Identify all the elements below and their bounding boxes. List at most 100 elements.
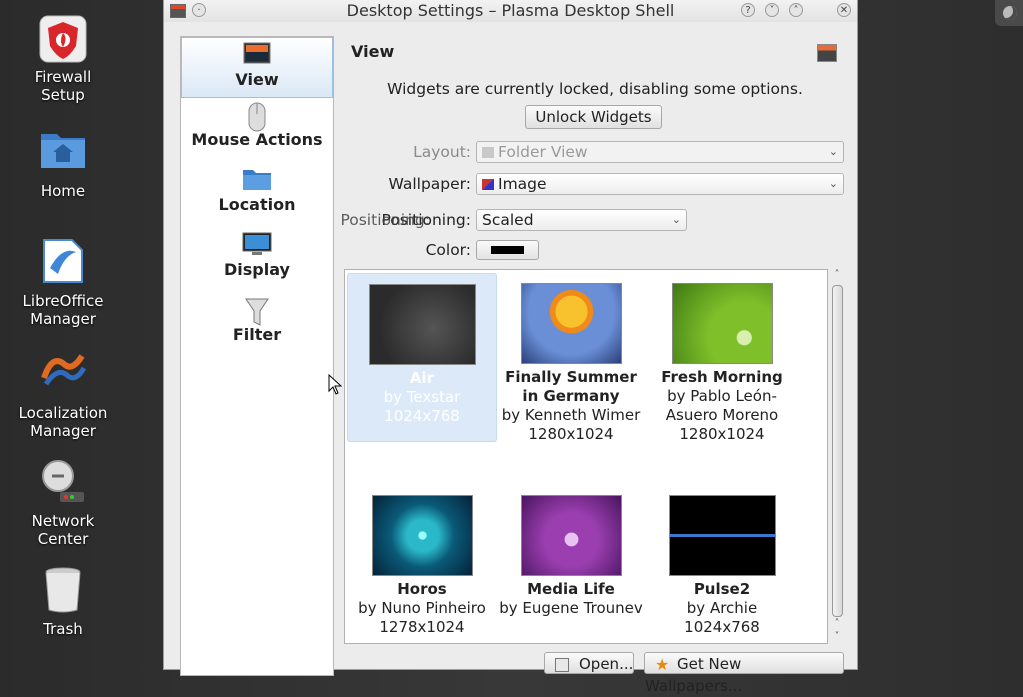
wallpaper-tile[interactable]: Pulse2 by Archie 1024x768 (647, 485, 797, 637)
wallpaper-thumbnail (671, 283, 773, 364)
monitor-icon (242, 232, 272, 258)
wallpaper-thumbnail (520, 283, 622, 364)
layout-label: Layout: (413, 143, 471, 161)
help-button[interactable]: ? (741, 3, 755, 17)
desktop-icon-libreoffice[interactable]: LibreOffice Manager (12, 238, 114, 328)
wallpaper-name: Air (409, 369, 435, 387)
wallpaper-label: Wallpaper: (388, 175, 471, 193)
locked-notice: Widgets are currently locked, disabling … (387, 80, 803, 98)
trash-icon (38, 566, 88, 616)
wallpaper-author: by Pablo León-Asuero Moreno (665, 387, 779, 424)
chevron-down-icon: ⌄ (828, 145, 838, 158)
firewall-setup-icon (38, 14, 88, 64)
wallpaper-size: 1280x1024 (679, 425, 765, 443)
tray-toggle-button[interactable] (995, 0, 1023, 26)
wallpaper-author: by Archie (686, 599, 758, 617)
positioning-select[interactable]: Scaled ⌄ (476, 209, 687, 231)
get-new-wallpapers-button[interactable]: ★ Get New Wallpapers... (644, 652, 844, 695)
settings-window: · Desktop Settings – Plasma Desktop Shel… (163, 0, 858, 695)
positioning-value: Scaled (482, 211, 534, 229)
wallpaper-size: 1278x1024 (379, 618, 465, 636)
desktop-icon-label: Localization Manager (18, 404, 108, 440)
wallpaper-name: Finally Summer in Germany (505, 368, 637, 405)
desktop-icon-label: Firewall Setup (34, 68, 92, 104)
wallpaper-tile[interactable]: Finally Summer in Germany by Kenneth Wim… (496, 273, 646, 444)
localization-icon (38, 350, 88, 400)
desktop-icon-home[interactable]: Home (12, 128, 114, 200)
wallpaper-size: 1024x768 (384, 407, 460, 425)
wallpaper-author: by Texstar (383, 388, 461, 406)
wallpaper-author: by Kenneth Wimer (501, 406, 641, 424)
star-icon: ★ (655, 655, 670, 674)
sidebar-item-mouse-actions[interactable]: Mouse Actions (181, 102, 333, 163)
wallpaper-size: 1024x768 (684, 618, 760, 636)
positioning-label-overlap: Positioning: (340, 211, 430, 229)
wallpaper-scrollbar[interactable]: ˄ ˄ ˅ (830, 269, 844, 644)
sidebar-item-label: Mouse Actions (191, 130, 323, 149)
sidebar-item-label: Filter (232, 325, 282, 344)
wallpaper-size: 1280x1024 (528, 425, 614, 443)
desktop-icon-label: Trash (43, 620, 83, 638)
scroll-up-icon[interactable]: ˄ (830, 269, 844, 281)
view-icon (817, 44, 837, 62)
desktop-icon-label: Home (40, 182, 86, 200)
color-swatch (491, 246, 524, 254)
settings-content: View Widgets are currently locked, disab… (340, 36, 846, 695)
libreoffice-icon (38, 238, 88, 288)
scroll-down-icon[interactable]: ˅ (830, 631, 844, 643)
sidebar-item-filter[interactable]: Filter (181, 297, 333, 358)
wallpaper-thumbnail (371, 495, 473, 576)
open-button[interactable]: Open... (544, 652, 634, 674)
sidebar-item-view[interactable]: View (181, 37, 333, 98)
funnel-icon (242, 297, 272, 326)
wallpaper-tile[interactable]: Media Life by Eugene Trounev (496, 485, 646, 618)
mouse-icon (242, 102, 272, 132)
wallpaper-name: Pulse2 (693, 580, 751, 598)
wallpaper-tile[interactable]: Fresh Morning by Pablo León-Asuero Moren… (647, 273, 797, 444)
desktop-icon-localization[interactable]: Localization Manager (12, 350, 114, 440)
layout-value: Folder View (498, 143, 588, 161)
chevron-down-icon: ⌄ (828, 177, 838, 190)
wallpaper-list[interactable]: Air by Texstar 1024x768 Finally Summer i… (344, 269, 828, 644)
wallpaper-name: Media Life (527, 580, 615, 598)
wallpaper-name: Horos (397, 580, 447, 598)
desktop-icon-trash[interactable]: Trash (12, 566, 114, 638)
wallpaper-name: Fresh Morning (661, 368, 783, 386)
color-picker-button[interactable] (476, 240, 539, 260)
layout-select: Folder View ⌄ (476, 141, 844, 163)
chevron-down-icon: ⌄ (671, 213, 681, 226)
wallpaper-thumbnail (368, 284, 476, 365)
home-folder-icon (38, 128, 88, 178)
color-label: Color: (425, 241, 471, 259)
close-button[interactable]: ✕ (837, 3, 851, 17)
moon-icon (1003, 6, 1017, 20)
page-title: View (351, 42, 395, 61)
sidebar-item-label: Display (224, 260, 290, 279)
wallpaper-author: by Eugene Trounev (499, 599, 643, 617)
folder-icon (482, 147, 494, 158)
minimize-button[interactable]: ˅ (765, 3, 779, 17)
wallpaper-value: Image (498, 175, 547, 193)
sidebar-item-display[interactable]: Display (181, 232, 333, 293)
view-icon (242, 42, 272, 68)
title-bar[interactable]: · Desktop Settings – Plasma Desktop Shel… (164, 0, 857, 22)
wallpaper-select[interactable]: Image ⌄ (476, 173, 844, 195)
network-center-icon (38, 458, 88, 508)
desktop-icon-firewall[interactable]: Firewall Setup (12, 14, 114, 104)
wallpaper-tile[interactable]: Air by Texstar 1024x768 (347, 273, 497, 442)
open-button-label: Open... (579, 655, 634, 673)
desktop-icon-network[interactable]: Network Center (12, 458, 114, 548)
desktop-icon-label: LibreOffice Manager (22, 292, 104, 328)
wallpaper-thumbnail (668, 495, 776, 576)
unlock-widgets-button[interactable]: Unlock Widgets (525, 105, 662, 129)
wallpaper-author: by Nuno Pinheiro (358, 599, 486, 617)
scroll-down-arrow-upper-icon[interactable]: ˄ (830, 618, 844, 630)
image-icon (482, 179, 494, 190)
wallpaper-thumbnail (520, 495, 622, 576)
settings-sidebar: View Mouse Actions Location Display Filt… (180, 36, 334, 676)
scroll-thumb[interactable] (832, 285, 843, 617)
maximize-button[interactable]: ˄ (789, 3, 803, 17)
wallpaper-tile[interactable]: Horos by Nuno Pinheiro 1278x1024 (347, 485, 497, 637)
sidebar-item-label: View (235, 70, 279, 89)
folder-icon (242, 167, 272, 193)
